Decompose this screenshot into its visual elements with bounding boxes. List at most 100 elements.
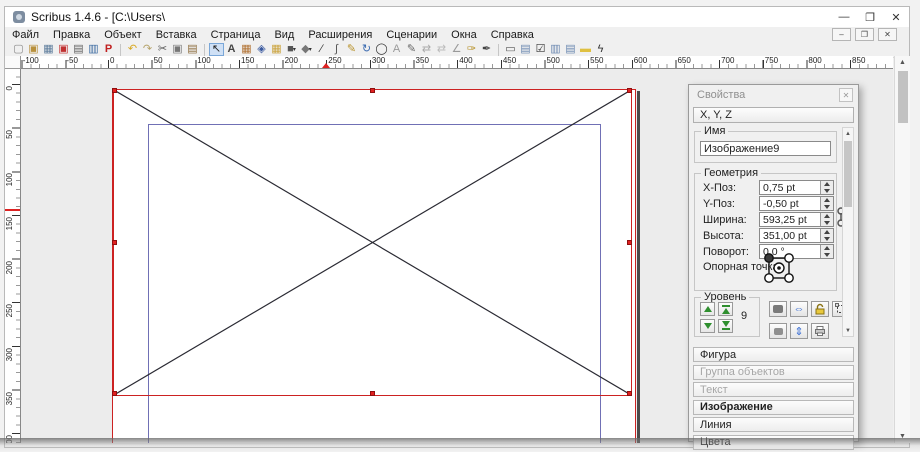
copy-item-properties-icon[interactable]: ✑ [464,43,479,56]
print-document-icon[interactable]: ▤ [71,43,86,56]
menu-scripts[interactable]: Сценарии [379,27,444,42]
menu-windows[interactable]: Окна [444,27,484,42]
copy-icon[interactable]: ▣ [170,43,185,56]
extra-object-button-1[interactable] [769,301,787,317]
section-line[interactable]: Линия [693,417,854,432]
menu-file[interactable]: Файл [5,27,46,42]
measurements-icon[interactable]: ∠ [449,43,464,56]
properties-close-button[interactable]: ✕ [839,88,853,102]
menu-view[interactable]: Вид [267,27,301,42]
width-spinbox[interactable]: 593,25 pt [759,212,834,227]
selection-handle-5[interactable] [112,391,117,396]
flip-horizontal-button[interactable]: ⇔ [790,301,808,317]
object-name-input[interactable]: Изображение9 [700,141,831,156]
insert-polygon-dropdown[interactable]: ▾ [309,47,312,53]
selection-handle-2[interactable] [627,88,632,93]
close-document-icon[interactable]: ▣ [56,43,71,56]
insert-text-frame-icon[interactable]: A [224,43,239,56]
pdf-checkbox-icon[interactable]: ☑ [533,43,548,56]
horizontal-ruler[interactable]: -100-50050100150200250300350400450500550… [21,56,893,69]
pdf-list-box-icon[interactable]: ▤ [563,43,578,56]
insert-freehand-line-icon[interactable]: ✎ [344,43,359,56]
eye-dropper-icon[interactable]: ✒ [479,43,494,56]
x-pos-spin-arrows[interactable] [820,181,833,194]
selection-handle-1[interactable] [370,88,375,93]
pdf-text-field-icon[interactable]: ▤ [518,43,533,56]
level-to-top-button[interactable] [718,302,733,316]
section-shape[interactable]: Фигура [693,347,854,362]
panel-scrollbar-up-arrow[interactable]: ▲ [843,128,853,139]
rotate-item-icon[interactable]: ↻ [359,43,374,56]
level-up-button[interactable] [700,302,715,316]
unlink-text-frames-icon[interactable]: ⇄ [434,43,449,56]
open-document-icon[interactable]: ▣ [26,43,41,56]
x-pos-spinbox[interactable]: 0,75 pt [759,180,834,195]
y-pos-spin-arrows[interactable] [820,197,833,210]
ruler-origin-box[interactable] [5,56,21,69]
menu-insert[interactable]: Вставка [149,27,204,42]
insert-bezier-curve-icon[interactable]: ∫ [329,43,344,56]
restore-button[interactable]: ❐ [857,7,883,27]
menu-page[interactable]: Страница [204,27,268,42]
redo-icon[interactable]: ↷ [140,43,155,56]
pdf-link-annotation-icon[interactable]: ϟ [593,43,608,56]
insert-line-icon[interactable]: ∕ [314,43,329,56]
close-button[interactable]: ✕ [883,7,909,27]
mdi-minimize-button[interactable]: – [832,28,851,41]
edit-contents-icon[interactable]: A [389,43,404,56]
properties-palette-header[interactable]: Свойства ✕ [689,85,858,105]
y-pos-spinbox[interactable]: -0,50 pt [759,196,834,211]
insert-image-frame-icon[interactable]: ▦ [239,43,254,56]
mdi-restore-button[interactable]: ❐ [855,28,874,41]
mdi-close-button[interactable]: ✕ [878,28,897,41]
selection-handle-7[interactable] [627,391,632,396]
insert-shape-icon[interactable]: ■▾ [284,43,299,56]
select-item-icon[interactable]: ↖ [209,43,224,56]
height-spinbox[interactable]: 351,00 pt [759,228,834,243]
preflight-verifier-icon[interactable]: ▥ [86,43,101,56]
width-spin-arrows[interactable] [820,213,833,226]
undo-icon[interactable]: ↶ [125,43,140,56]
scrollbar-up-arrow[interactable]: ▲ [895,56,910,69]
minimize-button[interactable]: — [831,7,857,27]
panel-scrollbar[interactable]: ▲ ▼ [842,127,854,337]
insert-shape-dropdown[interactable]: ▾ [293,47,296,53]
pdf-push-button-icon[interactable]: ▭ [503,43,518,56]
height-spin-arrows[interactable] [820,229,833,242]
menu-help[interactable]: Справка [484,27,541,42]
canvas-vertical-scrollbar[interactable]: ▲ ▼ [894,56,910,443]
new-document-icon[interactable]: ▢ [11,43,26,56]
link-text-frames-icon[interactable]: ⇄ [419,43,434,56]
insert-polygon-icon[interactable]: ◆▾ [299,43,314,56]
paste-icon[interactable]: ▤ [185,43,200,56]
story-editor-icon[interactable]: ✎ [404,43,419,56]
selection-handle-4[interactable] [627,240,632,245]
y-pos-value[interactable]: -0,50 pt [760,197,820,210]
pdf-combo-box-icon[interactable]: ▥ [548,43,563,56]
flip-vertical-button[interactable]: ⇕ [790,323,808,339]
unlock-object-button[interactable] [811,301,829,317]
menu-item[interactable]: Объект [97,27,148,42]
level-down-button[interactable] [700,319,715,333]
scrollbar-thumb[interactable] [898,71,908,123]
level-to-bottom-button[interactable] [718,319,733,333]
basepoint-top-left-selected[interactable] [765,254,773,262]
basepoint-selector[interactable] [759,248,799,288]
menu-extras[interactable]: Расширения [301,27,379,42]
extra-object-button-2[interactable] [769,323,787,339]
section-image[interactable]: Изображение [693,400,854,415]
tab-xyz[interactable]: X, Y, Z [693,107,854,123]
height-value[interactable]: 351,00 pt [760,229,820,242]
selected-image-frame[interactable] [113,89,632,396]
zoom-icon[interactable]: ◯ [374,43,389,56]
selection-handle-0[interactable] [112,88,117,93]
cut-icon[interactable]: ✂ [155,43,170,56]
insert-table-icon[interactable]: ▦ [269,43,284,56]
x-pos-value[interactable]: 0,75 pt [760,181,820,194]
insert-render-frame-icon[interactable]: ◈ [254,43,269,56]
export-pdf-icon[interactable]: P [101,43,116,56]
selection-handle-3[interactable] [112,240,117,245]
rotation-spin-arrows[interactable] [820,245,833,258]
menu-edit[interactable]: Правка [46,27,97,42]
pdf-text-annotation-icon[interactable]: ▬ [578,43,593,56]
